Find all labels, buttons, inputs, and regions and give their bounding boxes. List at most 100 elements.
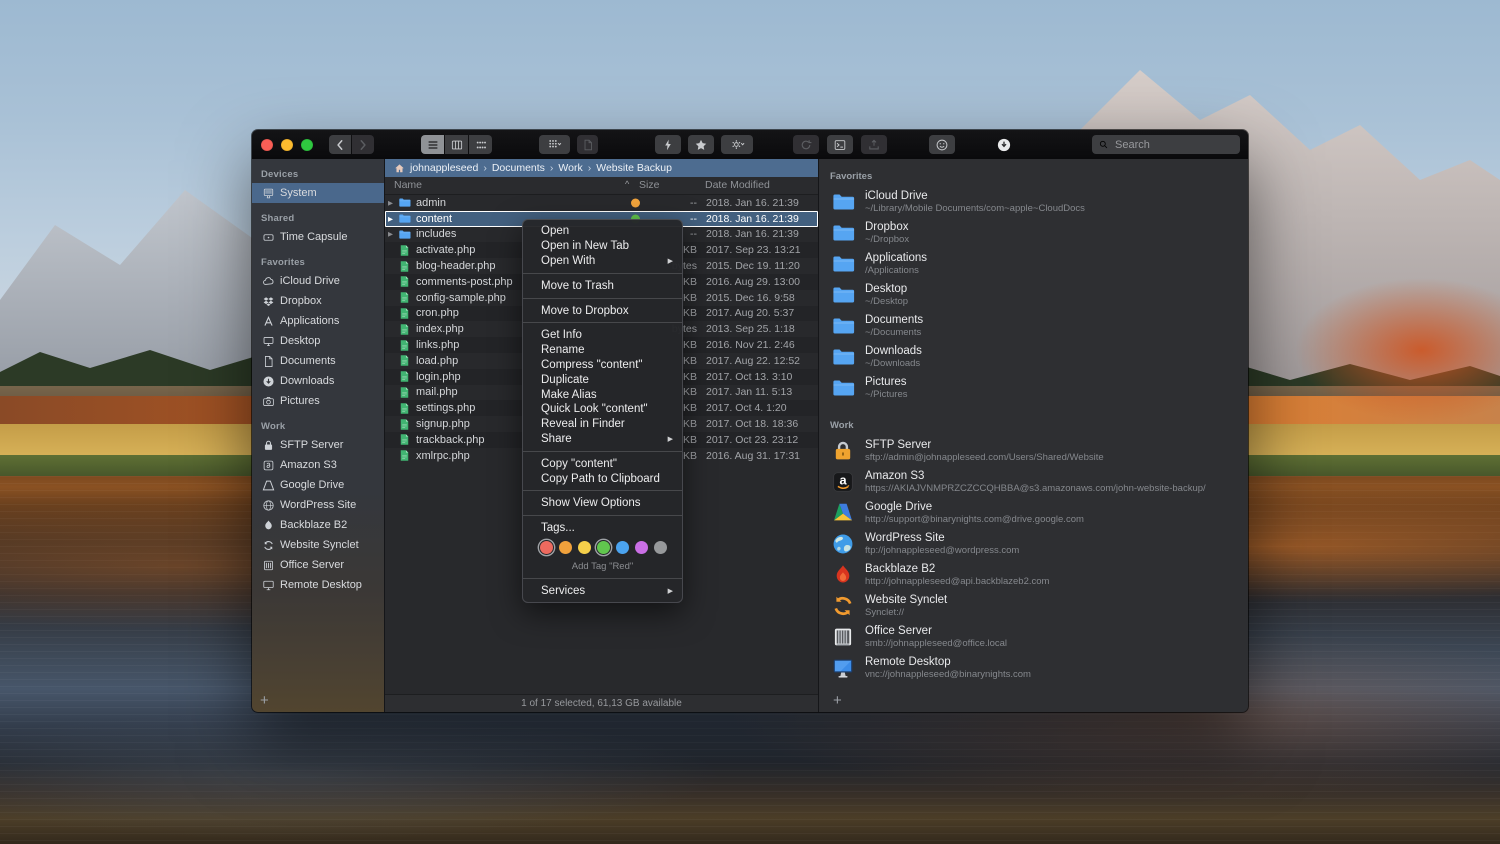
menu-item[interactable]: Get Info (523, 328, 682, 343)
search-field[interactable] (1092, 135, 1240, 154)
settings[interactable] (721, 135, 753, 154)
red[interactable] (540, 541, 553, 554)
place-item[interactable]: WordPress Site ftp://johnappleseed@wordp… (819, 528, 1248, 559)
sidebar-item[interactable]: Office Server (252, 555, 384, 575)
column-size[interactable]: Size (639, 179, 659, 191)
sidebar-item[interactable]: SFTP Server (252, 435, 384, 455)
place-item[interactable]: Dropbox ~/Dropbox (819, 217, 1248, 248)
search-input[interactable] (1113, 138, 1234, 152)
view-columns[interactable] (445, 135, 468, 154)
sidebar-item[interactable]: WordPress Site (252, 495, 384, 515)
gray[interactable] (654, 541, 667, 554)
sidebar-item[interactable]: Dropbox (252, 291, 384, 311)
menu-item[interactable]: Tags... (523, 521, 682, 536)
menu-item[interactable]: Open With (523, 254, 682, 269)
place-item[interactable]: Office Server smb://johnappleseed@office… (819, 621, 1248, 652)
menu-item[interactable] (523, 322, 682, 323)
breadcrumb-part[interactable]: Work (558, 162, 596, 174)
sidebar-item[interactable]: System (252, 183, 384, 203)
menu-item[interactable] (523, 273, 682, 274)
menu-item[interactable] (523, 490, 682, 491)
sidebar-item[interactable]: Time Capsule (252, 227, 384, 247)
sidebar-item[interactable]: Documents (252, 351, 384, 371)
thumbnail-options[interactable] (539, 135, 570, 154)
upload[interactable] (861, 135, 887, 154)
menu-item[interactable]: Move to Trash (523, 278, 682, 293)
menu-item[interactable]: Quick Look "content" (523, 402, 682, 417)
places-add-button[interactable]: + (833, 693, 842, 708)
place-item[interactable]: Google Drive http://support@binarynights… (819, 497, 1248, 528)
view-icons[interactable] (469, 135, 492, 154)
place-item[interactable]: a Amazon S3 https://AKIAJVNMPRZCZCCQHBBA… (819, 466, 1248, 497)
menu-item[interactable]: Rename (523, 343, 682, 358)
column-date-modified[interactable]: Date Modified (705, 179, 770, 191)
sidebar-item[interactable]: iCloud Drive (252, 271, 384, 291)
blue[interactable] (616, 541, 629, 554)
favorites[interactable] (688, 135, 714, 154)
disclosure-triangle-icon[interactable] (388, 230, 397, 238)
disclosure-triangle-icon[interactable] (388, 215, 397, 223)
place-item[interactable]: Remote Desktop vnc://johnappleseed@binar… (819, 652, 1248, 683)
sidebar-add-button[interactable]: + (260, 693, 269, 708)
menu-item[interactable] (523, 515, 682, 516)
transfers[interactable] (991, 135, 1017, 154)
menu-item[interactable]: Compress "content" (523, 358, 682, 373)
place-item[interactable]: Documents ~/Documents (819, 310, 1248, 341)
breadcrumb-part[interactable]: Documents (492, 162, 559, 174)
disclosure-triangle-icon[interactable] (388, 199, 397, 207)
sidebar-item[interactable]: Pictures (252, 391, 384, 411)
sidebar-item[interactable]: Downloads (252, 371, 384, 391)
sidebar-item[interactable]: Amazon S3 (252, 455, 384, 475)
menu-item[interactable]: Reveal in Finder (523, 417, 682, 432)
menu-item[interactable]: Show View Options (523, 496, 682, 511)
green[interactable] (597, 541, 610, 554)
file-row[interactable]: admin -- 2018. Jan 16. 21:39 (385, 195, 818, 211)
place-item[interactable]: Pictures ~/Pictures (819, 372, 1248, 403)
column-name[interactable]: Name (394, 179, 422, 191)
menu-item[interactable]: Duplicate (523, 372, 682, 387)
terminal[interactable] (827, 135, 853, 154)
yellow[interactable] (578, 541, 591, 554)
view-list[interactable] (421, 135, 444, 154)
sync[interactable] (793, 135, 819, 154)
desktop: Devices System Shared (0, 0, 1500, 844)
forward[interactable] (352, 135, 374, 154)
menu-item[interactable]: Copy Path to Clipboard (523, 471, 682, 486)
place-item[interactable]: Backblaze B2 http://johnappleseed@api.ba… (819, 559, 1248, 590)
sidebar-item[interactable]: Website Synclet (252, 535, 384, 555)
sidebar-item[interactable]: Applications (252, 311, 384, 331)
place-item[interactable]: Applications /Applications (819, 248, 1248, 279)
menu-item[interactable]: Move to Dropbox (523, 303, 682, 318)
zoom[interactable] (301, 139, 313, 151)
menu-item[interactable]: Open (523, 224, 682, 239)
place-item[interactable]: Website Synclet Synclet:// (819, 590, 1248, 621)
menu-item[interactable] (523, 451, 682, 452)
minimize[interactable] (281, 139, 293, 151)
place-item[interactable]: iCloud Drive ~/Library/Mobile Documents/… (819, 186, 1248, 217)
feedback[interactable] (929, 135, 955, 154)
purple[interactable] (635, 541, 648, 554)
place-item[interactable]: SFTP Server sftp://admin@johnappleseed.c… (819, 435, 1248, 466)
menu-item[interactable] (523, 298, 682, 299)
back[interactable] (329, 135, 351, 154)
place-title: Desktop (865, 283, 908, 296)
menu-item[interactable]: Open in New Tab (523, 239, 682, 254)
menu-item[interactable]: Make Alias (523, 387, 682, 402)
submenu-arrow-icon (668, 587, 673, 595)
orange[interactable] (559, 541, 572, 554)
sidebar-item[interactable]: Backblaze B2 (252, 515, 384, 535)
sidebar-item[interactable]: Desktop (252, 331, 384, 351)
menu-item-services[interactable]: Services (523, 584, 682, 599)
menu-item[interactable]: Copy "content" (523, 456, 682, 471)
close[interactable] (261, 139, 273, 151)
sidebar-item[interactable]: Remote Desktop (252, 575, 384, 595)
place-item[interactable]: Desktop ~/Desktop (819, 279, 1248, 310)
php-file-icon (397, 354, 412, 367)
breadcrumb-part[interactable]: johnappleseed (410, 162, 492, 174)
menu-item[interactable]: Share (523, 432, 682, 447)
quick-actions[interactable] (655, 135, 681, 154)
preview[interactable] (577, 135, 598, 154)
sidebar-item[interactable]: Google Drive (252, 475, 384, 495)
place-item[interactable]: Downloads ~/Downloads (819, 341, 1248, 372)
breadcrumb-part[interactable]: Website Backup (596, 162, 672, 174)
